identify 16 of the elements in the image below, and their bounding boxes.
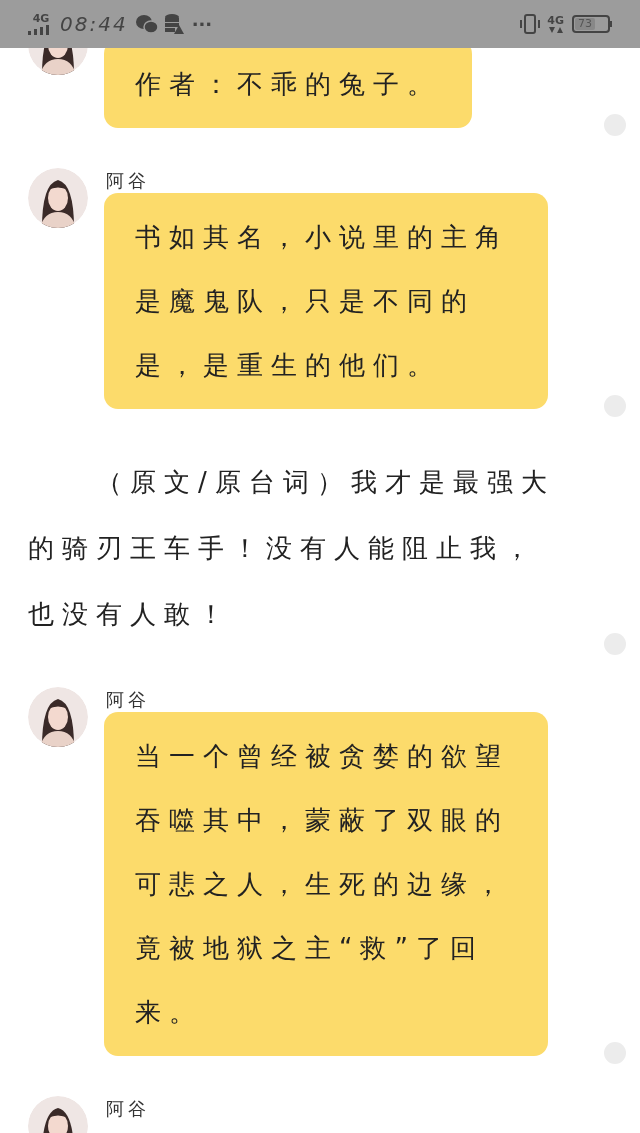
avatar bbox=[28, 687, 88, 747]
network-type: 4G bbox=[32, 13, 50, 25]
message-bubble: 书如其名，小说里的主角是魔鬼队，只是不同的是，是重生的他们。 bbox=[104, 193, 548, 409]
network-type: 4G bbox=[547, 15, 564, 27]
avatar bbox=[28, 168, 88, 228]
sender-name: 阿谷 bbox=[106, 688, 151, 712]
sender-name: 阿谷 bbox=[106, 1097, 150, 1121]
message-bubble: 当一个曾经被贪婪的欲望吞噬其中，蒙蔽了双眼的可悲之人，生死的边缘，竟被地狱之主“救”了回来。 bbox=[104, 712, 548, 1056]
vibrate-icon bbox=[519, 13, 542, 35]
chat-icon bbox=[135, 14, 158, 34]
storage-warning-icon bbox=[163, 13, 184, 35]
data-arrows-icon bbox=[548, 27, 563, 33]
clock: 08:44 bbox=[60, 11, 128, 38]
story-paragraph: （原文/原台词）我才是最强大的骑刃王车手！没有人能阻止我，也没有人敢！ bbox=[28, 466, 556, 631]
sender-name: 阿谷 bbox=[106, 169, 151, 193]
more-notifications: ··· bbox=[191, 12, 213, 37]
